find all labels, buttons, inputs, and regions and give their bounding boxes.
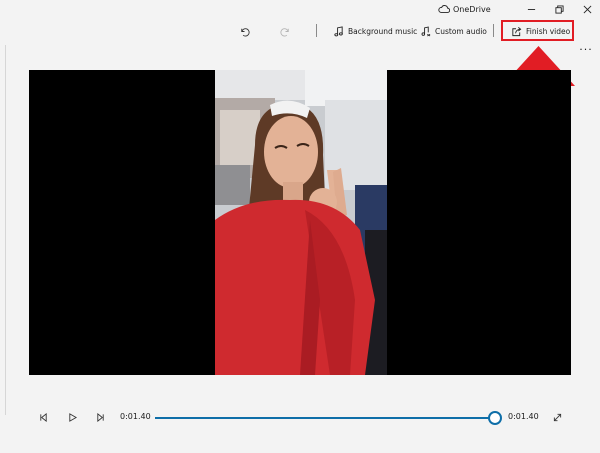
more-options-button[interactable]: ···: [578, 36, 594, 62]
custom-audio-button[interactable]: Custom audio: [420, 18, 487, 44]
panel-divider: [5, 45, 6, 415]
play-button[interactable]: [64, 409, 80, 425]
seek-thumb[interactable]: [488, 411, 502, 425]
custom-audio-icon: [421, 26, 431, 36]
music-note-icon: [334, 25, 343, 36]
background-music-button[interactable]: Background music: [333, 18, 417, 44]
redo-icon: [279, 27, 289, 36]
expand-icon: [553, 413, 561, 421]
playback-controls: 0:01.40 0:01.40: [0, 400, 600, 436]
play-icon: [68, 412, 77, 422]
step-back-icon: [39, 412, 47, 422]
undo-button[interactable]: [235, 18, 257, 44]
undo-icon: [240, 27, 250, 36]
title-bar: OneDrive: [0, 0, 600, 20]
background-music-label: Background music: [348, 26, 418, 36]
highlight-box: [501, 20, 574, 41]
restore-icon: [554, 5, 564, 14]
video-preview[interactable]: [29, 70, 571, 375]
next-frame-button[interactable]: [92, 409, 108, 425]
custom-audio-label: Custom audio: [435, 26, 487, 36]
close-button[interactable]: [574, 1, 600, 18]
video-frame: [215, 70, 387, 375]
app-title: OneDrive: [453, 5, 491, 14]
toolbar-separator: [493, 24, 494, 37]
cloud-icon: [438, 5, 450, 13]
seek-bar[interactable]: [155, 417, 494, 419]
current-time: 0:01.40: [120, 412, 151, 421]
fullscreen-button[interactable]: [549, 409, 565, 425]
restore-button[interactable]: [546, 1, 572, 18]
previous-frame-button[interactable]: [35, 409, 51, 425]
step-forward-icon: [96, 412, 104, 422]
redo-button[interactable]: [276, 18, 298, 44]
close-icon: [583, 5, 591, 14]
total-time: 0:01.40: [508, 412, 539, 421]
minimize-icon: [527, 9, 535, 10]
minimize-button[interactable]: [518, 1, 544, 18]
toolbar-separator: [316, 24, 317, 37]
